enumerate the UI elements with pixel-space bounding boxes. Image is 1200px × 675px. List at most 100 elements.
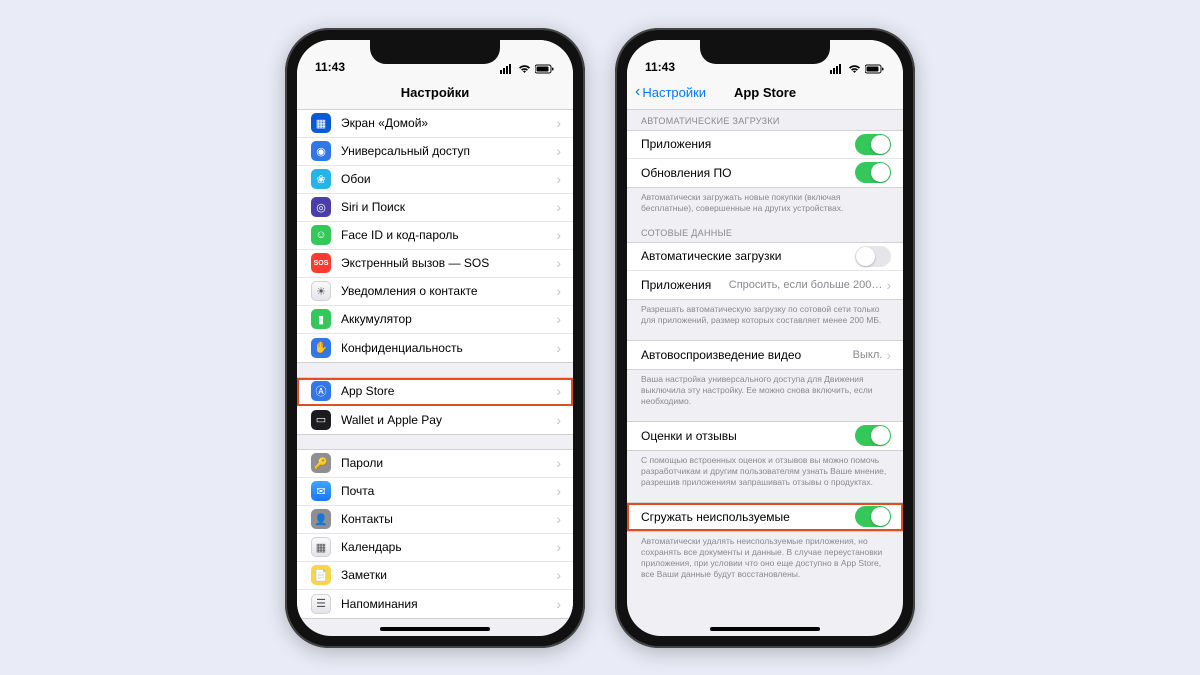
back-button[interactable]: ‹ Настройки [635, 83, 706, 101]
settings-row-battery[interactable]: ▮Аккумулятор› [297, 306, 573, 334]
status-icons [830, 64, 885, 74]
row-value: Спросить, если больше 200… [729, 279, 883, 291]
settings-group-3: 🔑Пароли›✉Почта›👤Контакты›▦Календарь›📄Зам… [297, 449, 573, 619]
setting-row[interactable]: Обновления ПО [627, 159, 903, 187]
home-icon: ▦ [311, 113, 331, 133]
section-footer: Автоматически загружать новые покупки (в… [627, 188, 903, 214]
setting-row[interactable]: Сгружать неиспользуемые [627, 503, 903, 531]
row-label: Уведомления о контакте [341, 284, 556, 298]
settings-row-sos[interactable]: SOSЭкстренный вызов — SOS› [297, 250, 573, 278]
calendar-icon: ▦ [311, 537, 331, 557]
chevron-right-icon: › [556, 539, 561, 555]
home-indicator [710, 627, 820, 631]
notes-icon: 📄 [311, 565, 331, 585]
row-label: Почта [341, 484, 556, 498]
toggle-switch[interactable] [855, 246, 891, 267]
chevron-right-icon: › [556, 483, 561, 499]
page-title: App Store [734, 85, 796, 100]
row-label: Автовоспроизведение видео [641, 348, 853, 362]
chevron-right-icon: › [556, 596, 561, 612]
chevron-right-icon: › [556, 171, 561, 187]
settings-row-notes[interactable]: 📄 Заметки› [297, 562, 573, 590]
row-label: Конфиденциальность [341, 341, 556, 355]
settings-row-calendar[interactable]: ▦Календарь› [297, 534, 573, 562]
settings-row-appstore[interactable]: Ⓐ App Store› [297, 378, 573, 406]
settings-row-faceid[interactable]: ☺ Face ID и код-пароль› [297, 222, 573, 250]
setting-row[interactable]: Приложения [627, 131, 903, 159]
mail-icon: ✉ [311, 481, 331, 501]
setting-row[interactable]: ПриложенияСпросить, если больше 200…› [627, 271, 903, 299]
appstore-content[interactable]: АВТОМАТИЧЕСКИЕ ЗАГРУЗКИ Приложения Обновле… [627, 110, 903, 636]
settings-row-mail[interactable]: ✉ Почта› [297, 478, 573, 506]
signal-icon [500, 64, 514, 74]
siri-icon: ◎ [311, 197, 331, 217]
row-label: Аккумулятор [341, 312, 556, 326]
row-label: Приложения [641, 137, 855, 151]
section-header: АВТОМАТИЧЕСКИЕ ЗАГРУЗКИ [627, 116, 903, 130]
toggle-switch[interactable] [855, 162, 891, 183]
battery-icon [865, 64, 885, 74]
row-label: Face ID и код-пароль [341, 228, 556, 242]
section-section4: Оценки и отзывыС помощью встроенных оцен… [627, 421, 903, 488]
screen-right: 11:43 ‹ Настройки App Store АВТОМАТИЧЕСК… [627, 40, 903, 636]
row-label: Экран «Домой» [341, 116, 556, 130]
settings-row-siri[interactable]: ◎ Siri и Поиск› [297, 194, 573, 222]
appstore-icon: Ⓐ [311, 381, 331, 401]
privacy-icon: ✋ [311, 338, 331, 358]
chevron-left-icon: ‹ [635, 83, 640, 101]
settings-row-contacts[interactable]: 👤Контакты› [297, 506, 573, 534]
chevron-right-icon: › [556, 143, 561, 159]
signal-icon [830, 64, 844, 74]
toggle-switch[interactable] [855, 425, 891, 446]
setting-row[interactable]: Автоматические загрузки [627, 243, 903, 271]
settings-row-passwords[interactable]: 🔑Пароли› [297, 450, 573, 478]
page-title: Настройки [401, 85, 470, 100]
back-label: Настройки [642, 85, 706, 100]
settings-row-accessibility[interactable]: ◉Универсальный доступ› [297, 138, 573, 166]
chevron-right-icon: › [556, 115, 561, 131]
chevron-right-icon: › [556, 199, 561, 215]
home-indicator [380, 627, 490, 631]
nav-bar: Настройки [297, 76, 573, 110]
chevron-right-icon: › [556, 511, 561, 527]
row-label: Wallet и Apple Pay [341, 413, 556, 427]
status-icons [500, 64, 555, 74]
toggle-switch[interactable] [855, 134, 891, 155]
settings-row-wallet[interactable]: ▭Wallet и Apple Pay› [297, 406, 573, 434]
settings-row-home[interactable]: ▦ Экран «Домой»› [297, 110, 573, 138]
chevron-right-icon: › [886, 347, 891, 363]
faceid-icon: ☺ [311, 225, 331, 245]
row-label: Приложения [641, 278, 729, 292]
setting-row[interactable]: Автовоспроизведение видеоВыкл.› [627, 341, 903, 369]
chevron-right-icon: › [556, 227, 561, 243]
toggle-switch[interactable] [855, 506, 891, 527]
row-label: Оценки и отзывы [641, 429, 855, 443]
phone-right: 11:43 ‹ Настройки App Store АВТОМАТИЧЕСК… [615, 28, 915, 648]
section-header: СОТОВЫЕ ДАННЫЕ [627, 228, 903, 242]
status-time: 11:43 [315, 60, 345, 74]
settings-row-privacy[interactable]: ✋ Конфиденциальность› [297, 334, 573, 362]
settings-row-reminders[interactable]: ☰Напоминания› [297, 590, 573, 618]
notch [700, 40, 830, 64]
settings-row-wallpaper[interactable]: ❀Обои› [297, 166, 573, 194]
settings-row-exposure[interactable]: ☀Уведомления о контакте› [297, 278, 573, 306]
chevron-right-icon: › [556, 311, 561, 327]
row-label: App Store [341, 384, 556, 398]
row-label: Siri и Поиск [341, 200, 556, 214]
row-label: Заметки [341, 568, 556, 582]
chevron-right-icon: › [556, 340, 561, 356]
screen-left: 11:43 Настройки ▦Экран «Домой»›◉Универса… [297, 40, 573, 636]
chevron-right-icon: › [556, 567, 561, 583]
chevron-right-icon: › [886, 277, 891, 293]
accessibility-icon: ◉ [311, 141, 331, 161]
chevron-right-icon: › [556, 383, 561, 399]
chevron-right-icon: › [556, 412, 561, 428]
status-time: 11:43 [645, 60, 675, 74]
settings-content[interactable]: ▦Экран «Домой»›◉Универсальный доступ›❀Об… [297, 110, 573, 636]
section-footer: Разрешать автоматическую загрузку по сот… [627, 300, 903, 326]
row-label: Обновления ПО [641, 166, 855, 180]
setting-row[interactable]: Оценки и отзывы [627, 422, 903, 450]
chevron-right-icon: › [556, 455, 561, 471]
wifi-icon [518, 64, 531, 74]
battery-icon [535, 64, 555, 74]
